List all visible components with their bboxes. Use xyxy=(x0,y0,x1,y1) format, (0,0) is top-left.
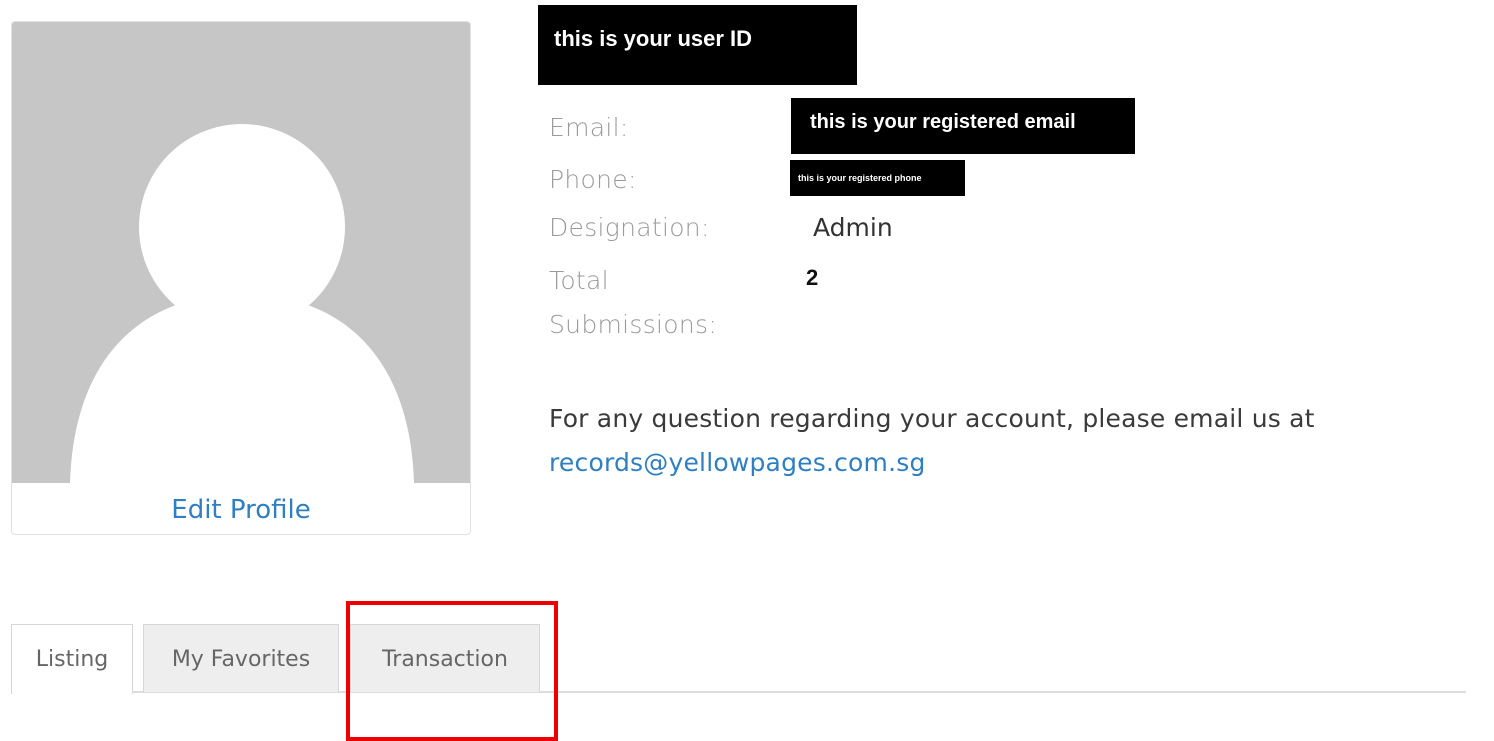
phone-redaction: this is your registered phone xyxy=(790,160,965,196)
total-submissions-label: Total Submissions: xyxy=(549,259,769,347)
designation-value: Admin xyxy=(813,213,893,242)
email-label: Email: xyxy=(549,113,629,142)
total-submissions-value: 2 xyxy=(806,265,819,290)
designation-label: Designation: xyxy=(549,213,710,242)
tab-my-favorites[interactable]: My Favorites xyxy=(143,624,339,692)
tab-transaction[interactable]: Transaction xyxy=(350,624,540,692)
tab-listing[interactable]: Listing xyxy=(11,624,133,694)
total-label-line1: Total xyxy=(549,266,609,295)
email-redaction: this is your registered email xyxy=(791,98,1135,154)
profile-card: Edit Profile xyxy=(11,21,471,535)
phone-label: Phone: xyxy=(549,165,637,194)
total-label-line2: Submissions: xyxy=(549,310,718,339)
support-email-link[interactable]: records@yellowpages.com.sg xyxy=(549,448,926,477)
user-silhouette-icon xyxy=(70,124,414,483)
question-text: For any question regarding your account,… xyxy=(549,404,1315,433)
account-question-text: For any question regarding your account,… xyxy=(549,397,1449,485)
edit-profile-link[interactable]: Edit Profile xyxy=(12,483,470,534)
avatar xyxy=(12,22,470,483)
user-id-redaction: this is your user ID xyxy=(538,5,857,85)
